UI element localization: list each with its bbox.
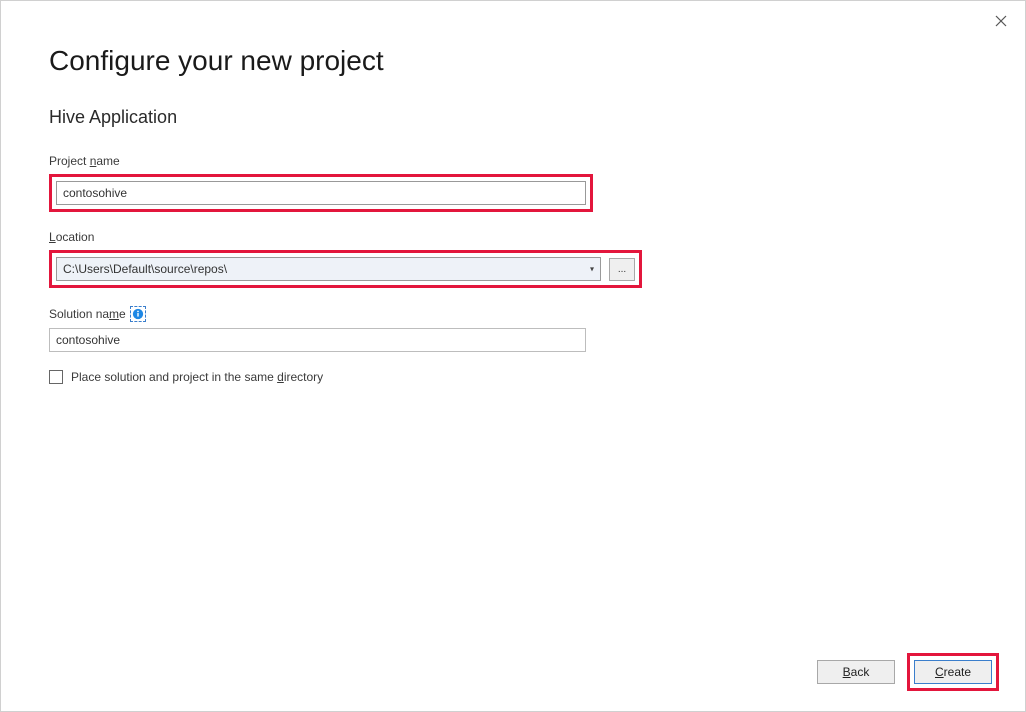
project-type-subtitle: Hive Application bbox=[49, 107, 977, 128]
same-directory-label: Place solution and project in the same d… bbox=[71, 370, 323, 384]
info-icon[interactable] bbox=[130, 306, 146, 322]
page-title: Configure your new project bbox=[49, 45, 977, 77]
back-button[interactable]: Back bbox=[817, 660, 895, 684]
create-button[interactable]: Create bbox=[914, 660, 992, 684]
close-icon[interactable] bbox=[991, 11, 1011, 31]
location-highlight: C:\Users\Default\source\repos\ ▾ ... bbox=[49, 250, 642, 288]
solution-name-group: Solution name bbox=[49, 306, 977, 352]
solution-name-input[interactable] bbox=[49, 328, 586, 352]
solution-name-label: Solution name bbox=[49, 307, 126, 321]
project-name-group: Project name bbox=[49, 154, 977, 212]
project-name-input[interactable] bbox=[56, 181, 586, 205]
same-directory-row: Place solution and project in the same d… bbox=[49, 370, 977, 384]
configure-project-dialog: Configure your new project Hive Applicat… bbox=[0, 0, 1026, 712]
location-value: C:\Users\Default\source\repos\ bbox=[63, 262, 227, 276]
dialog-footer: Back Create bbox=[817, 653, 999, 691]
location-group: Location C:\Users\Default\source\repos\ … bbox=[49, 230, 977, 288]
solution-name-label-row: Solution name bbox=[49, 306, 977, 322]
project-name-label: Project name bbox=[49, 154, 977, 168]
browse-button[interactable]: ... bbox=[609, 258, 635, 281]
create-button-highlight: Create bbox=[907, 653, 999, 691]
project-name-highlight bbox=[49, 174, 593, 212]
dialog-content: Configure your new project Hive Applicat… bbox=[1, 1, 1025, 384]
location-label: Location bbox=[49, 230, 977, 244]
same-directory-checkbox[interactable] bbox=[49, 370, 63, 384]
chevron-down-icon: ▾ bbox=[590, 265, 594, 274]
location-row: C:\Users\Default\source\repos\ ▾ ... bbox=[56, 257, 635, 281]
location-combobox[interactable]: C:\Users\Default\source\repos\ ▾ bbox=[56, 257, 601, 281]
